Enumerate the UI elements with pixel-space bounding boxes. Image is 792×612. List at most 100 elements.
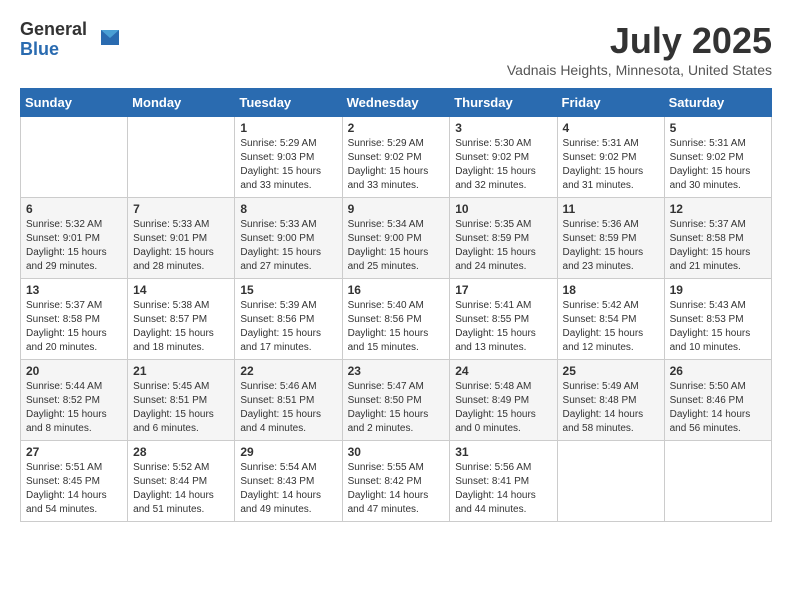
day-number: 23	[348, 364, 445, 378]
day-info: Sunrise: 5:38 AM Sunset: 8:57 PM Dayligh…	[133, 299, 229, 355]
calendar-cell: 1 Sunrise: 5:29 AM Sunset: 9:03 PM Daylig…	[235, 117, 342, 198]
day-number: 4	[563, 121, 659, 135]
calendar-cell: 4 Sunrise: 5:31 AM Sunset: 9:02 PM Daylig…	[557, 117, 664, 198]
calendar-cell: 23 Sunrise: 5:47 AM Sunset: 8:50 PM Dayli…	[342, 360, 450, 441]
day-info: Sunrise: 5:37 AM Sunset: 8:58 PM Dayligh…	[670, 218, 766, 274]
calendar-cell: 8Sunrise: 5:33 AM Sunset: 9:00 PM Daylig…	[235, 198, 342, 279]
day-number: 26	[670, 364, 766, 378]
week-row-1: 1 Sunrise: 5:29 AM Sunset: 9:03 PM Daylig…	[21, 117, 772, 198]
day-number: 24	[455, 364, 551, 378]
calendar-cell: 13 Sunrise: 5:37 AM Sunset: 8:58 PM Dayli…	[21, 279, 128, 360]
day-info: Sunrise: 5:48 AM Sunset: 8:49 PM Dayligh…	[455, 380, 551, 436]
day-info: Sunrise: 5:37 AM Sunset: 8:58 PM Dayligh…	[26, 299, 122, 355]
day-number: 20	[26, 364, 122, 378]
page-header: General Blue July 2025 Vadnais Heights, …	[20, 20, 772, 78]
day-number: 29	[240, 445, 336, 459]
logo-blue: Blue	[20, 40, 87, 60]
calendar-cell: 9Sunrise: 5:34 AM Sunset: 9:00 PM Daylig…	[342, 198, 450, 279]
calendar-cell: 30Sunrise: 5:55 AM Sunset: 8:42 PM Dayli…	[342, 441, 450, 522]
day-number: 27	[26, 445, 122, 459]
day-info: Sunrise: 5:34 AM Sunset: 9:00 PM Dayligh…	[348, 218, 445, 274]
day-info: Sunrise: 5:42 AM Sunset: 8:54 PM Dayligh…	[563, 299, 659, 355]
calendar-cell: 25Sunrise: 5:49 AM Sunset: 8:48 PM Dayli…	[557, 360, 664, 441]
calendar-cell: 12 Sunrise: 5:37 AM Sunset: 8:58 PM Dayli…	[664, 198, 771, 279]
calendar-cell: 10Sunrise: 5:35 AM Sunset: 8:59 PM Dayli…	[450, 198, 557, 279]
day-number: 13	[26, 283, 122, 297]
day-info: Sunrise: 5:55 AM Sunset: 8:42 PM Dayligh…	[348, 461, 445, 517]
header-day-sunday: Sunday	[21, 89, 128, 117]
day-number: 6	[26, 202, 122, 216]
day-number: 2	[348, 121, 445, 135]
day-info: Sunrise: 5:47 AM Sunset: 8:50 PM Dayligh…	[348, 380, 445, 436]
day-info: Sunrise: 5:52 AM Sunset: 8:44 PM Dayligh…	[133, 461, 229, 517]
week-row-5: 27 Sunrise: 5:51 AM Sunset: 8:45 PM Dayli…	[21, 441, 772, 522]
calendar-cell: 21Sunrise: 5:45 AM Sunset: 8:51 PM Dayli…	[128, 360, 235, 441]
day-number: 1	[240, 121, 336, 135]
day-info: Sunrise: 5:49 AM Sunset: 8:48 PM Dayligh…	[563, 380, 659, 436]
day-info: Sunrise: 5:41 AM Sunset: 8:55 PM Dayligh…	[455, 299, 551, 355]
calendar-cell: 5Sunrise: 5:31 AM Sunset: 9:02 PM Daylig…	[664, 117, 771, 198]
calendar-cell: 31 Sunrise: 5:56 AM Sunset: 8:41 PM Dayli…	[450, 441, 557, 522]
title-section: July 2025 Vadnais Heights, Minnesota, Un…	[507, 20, 772, 78]
calendar-cell: 16 Sunrise: 5:40 AM Sunset: 8:56 PM Dayli…	[342, 279, 450, 360]
day-info: Sunrise: 5:40 AM Sunset: 8:56 PM Dayligh…	[348, 299, 445, 355]
day-info: Sunrise: 5:29 AM Sunset: 9:02 PM Dayligh…	[348, 137, 445, 193]
day-number: 3	[455, 121, 551, 135]
calendar-cell: 20 Sunrise: 5:44 AM Sunset: 8:52 PM Dayli…	[21, 360, 128, 441]
day-number: 16	[348, 283, 445, 297]
logo-general: General	[20, 20, 87, 40]
day-info: Sunrise: 5:30 AM Sunset: 9:02 PM Dayligh…	[455, 137, 551, 193]
header-day-monday: Monday	[128, 89, 235, 117]
logo-icon	[91, 25, 121, 55]
day-info: Sunrise: 5:36 AM Sunset: 8:59 PM Dayligh…	[563, 218, 659, 274]
location: Vadnais Heights, Minnesota, United State…	[507, 62, 772, 78]
day-info: Sunrise: 5:33 AM Sunset: 9:01 PM Dayligh…	[133, 218, 229, 274]
week-row-2: 6 Sunrise: 5:32 AM Sunset: 9:01 PM Daylig…	[21, 198, 772, 279]
day-info: Sunrise: 5:50 AM Sunset: 8:46 PM Dayligh…	[670, 380, 766, 436]
calendar-body: 1 Sunrise: 5:29 AM Sunset: 9:03 PM Daylig…	[21, 117, 772, 522]
calendar-cell: 24 Sunrise: 5:48 AM Sunset: 8:49 PM Dayli…	[450, 360, 557, 441]
day-info: Sunrise: 5:51 AM Sunset: 8:45 PM Dayligh…	[26, 461, 122, 517]
calendar-cell	[128, 117, 235, 198]
calendar-cell: 11Sunrise: 5:36 AM Sunset: 8:59 PM Dayli…	[557, 198, 664, 279]
calendar-cell	[557, 441, 664, 522]
calendar-table: SundayMondayTuesdayWednesdayThursdayFrid…	[20, 88, 772, 522]
calendar-header: SundayMondayTuesdayWednesdayThursdayFrid…	[21, 89, 772, 117]
calendar-cell: 29 Sunrise: 5:54 AM Sunset: 8:43 PM Dayli…	[235, 441, 342, 522]
day-info: Sunrise: 5:31 AM Sunset: 9:02 PM Dayligh…	[563, 137, 659, 193]
week-row-4: 20 Sunrise: 5:44 AM Sunset: 8:52 PM Dayli…	[21, 360, 772, 441]
day-number: 31	[455, 445, 551, 459]
header-day-thursday: Thursday	[450, 89, 557, 117]
day-number: 18	[563, 283, 659, 297]
calendar-cell: 26 Sunrise: 5:50 AM Sunset: 8:46 PM Dayli…	[664, 360, 771, 441]
week-row-3: 13 Sunrise: 5:37 AM Sunset: 8:58 PM Dayli…	[21, 279, 772, 360]
calendar-cell: 7 Sunrise: 5:33 AM Sunset: 9:01 PM Daylig…	[128, 198, 235, 279]
header-day-saturday: Saturday	[664, 89, 771, 117]
day-info: Sunrise: 5:39 AM Sunset: 8:56 PM Dayligh…	[240, 299, 336, 355]
day-number: 7	[133, 202, 229, 216]
day-info: Sunrise: 5:33 AM Sunset: 9:00 PM Dayligh…	[240, 218, 336, 274]
day-info: Sunrise: 5:54 AM Sunset: 8:43 PM Dayligh…	[240, 461, 336, 517]
calendar-cell: 27 Sunrise: 5:51 AM Sunset: 8:45 PM Dayli…	[21, 441, 128, 522]
header-day-tuesday: Tuesday	[235, 89, 342, 117]
day-info: Sunrise: 5:32 AM Sunset: 9:01 PM Dayligh…	[26, 218, 122, 274]
header-day-wednesday: Wednesday	[342, 89, 450, 117]
calendar-cell: 17Sunrise: 5:41 AM Sunset: 8:55 PM Dayli…	[450, 279, 557, 360]
calendar-cell: 19Sunrise: 5:43 AM Sunset: 8:53 PM Dayli…	[664, 279, 771, 360]
day-number: 15	[240, 283, 336, 297]
calendar-cell: 2 Sunrise: 5:29 AM Sunset: 9:02 PM Daylig…	[342, 117, 450, 198]
day-info: Sunrise: 5:45 AM Sunset: 8:51 PM Dayligh…	[133, 380, 229, 436]
day-info: Sunrise: 5:29 AM Sunset: 9:03 PM Dayligh…	[240, 137, 336, 193]
calendar-cell: 18 Sunrise: 5:42 AM Sunset: 8:54 PM Dayli…	[557, 279, 664, 360]
day-number: 10	[455, 202, 551, 216]
day-info: Sunrise: 5:56 AM Sunset: 8:41 PM Dayligh…	[455, 461, 551, 517]
day-info: Sunrise: 5:44 AM Sunset: 8:52 PM Dayligh…	[26, 380, 122, 436]
day-number: 12	[670, 202, 766, 216]
header-day-friday: Friday	[557, 89, 664, 117]
month-title: July 2025	[507, 20, 772, 62]
logo: General Blue	[20, 20, 121, 60]
calendar-cell: 15 Sunrise: 5:39 AM Sunset: 8:56 PM Dayli…	[235, 279, 342, 360]
day-number: 22	[240, 364, 336, 378]
calendar-cell	[21, 117, 128, 198]
day-info: Sunrise: 5:46 AM Sunset: 8:51 PM Dayligh…	[240, 380, 336, 436]
